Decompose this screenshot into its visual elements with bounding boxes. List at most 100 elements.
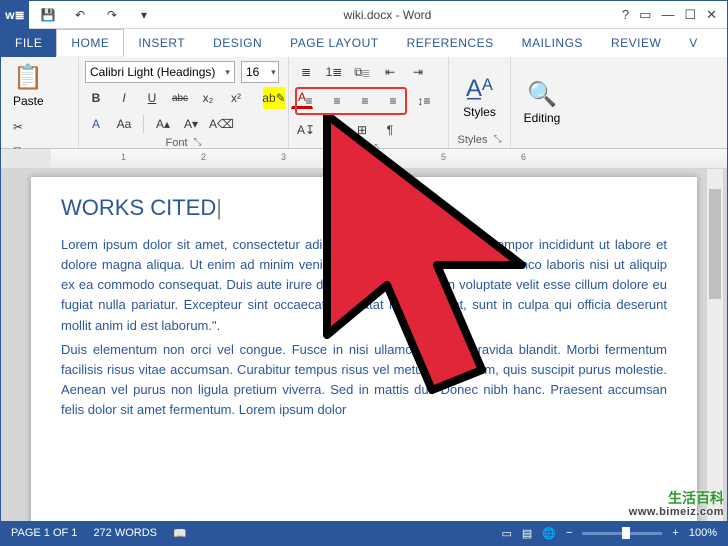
print-layout-button[interactable]: ▤ — [522, 527, 532, 540]
tab-home[interactable]: HOME — [56, 29, 124, 57]
paste-button[interactable]: 📋 Paste — [7, 61, 50, 110]
window-title: wiki.docx - Word — [163, 8, 612, 22]
borders-button[interactable]: ⊞ — [351, 119, 373, 141]
ribbon: 📋 Paste ✂ ⧉ 🖌 Clipboard⤡ ▾ — [1, 57, 727, 149]
chevron-down-icon[interactable]: ▾ — [221, 67, 234, 78]
shrink-font-button[interactable]: A▾ — [180, 113, 202, 135]
status-bar: PAGE 1 OF 1 272 WORDS 📖 ▭ ▤ 🌐 − + 100% — [1, 521, 727, 545]
tab-mailings[interactable]: MAILINGS — [508, 29, 597, 57]
zoom-in-button[interactable]: + — [672, 527, 678, 539]
paste-label: Paste — [13, 94, 44, 108]
underline-button[interactable]: U — [141, 87, 163, 109]
line-spacing-button[interactable]: ↕≡ — [413, 90, 435, 112]
ribbon-display-options[interactable]: ▭ — [639, 7, 651, 23]
styles-dialog-launcher[interactable]: ⤡ — [493, 134, 501, 146]
read-mode-button[interactable]: ▭ — [501, 527, 511, 540]
align-center-button[interactable]: ≡ — [326, 90, 348, 112]
subscript-button[interactable]: x₂ — [197, 87, 219, 109]
group-editing: 🔍 Editing — [511, 57, 573, 148]
find-icon: 🔍 — [527, 80, 557, 109]
group-font: ▾ ▾ B I U abc x₂ x² ab✎ A — [79, 57, 289, 148]
align-right-button[interactable]: ≡ — [354, 90, 376, 112]
tab-page-layout[interactable]: PAGE LAYOUT — [276, 29, 392, 57]
justify-button[interactable]: ≡ — [382, 90, 404, 112]
tab-view[interactable]: V — [675, 29, 712, 57]
font-name-combo[interactable]: ▾ — [85, 61, 235, 83]
styles-button[interactable]: A̲ᴬ Styles — [457, 73, 502, 121]
font-name-input[interactable] — [86, 65, 221, 79]
ruler-mark: 1 — [121, 152, 126, 162]
web-layout-button[interactable]: 🌐 — [542, 527, 556, 540]
tab-review[interactable]: REVIEW — [597, 29, 675, 57]
zoom-level[interactable]: 100% — [689, 527, 717, 539]
editing-button[interactable]: 🔍 Editing — [518, 78, 567, 127]
highlight-button[interactable]: ab✎ — [263, 87, 285, 109]
increase-indent-button[interactable]: ⇥ — [407, 61, 429, 83]
tab-file[interactable]: FILE — [1, 29, 56, 57]
document-paragraph[interactable]: Lorem ipsum dolor sit amet, consectetur … — [61, 235, 667, 336]
bullets-button[interactable]: ≣ — [295, 61, 317, 83]
text-effects-button[interactable]: A — [85, 113, 107, 135]
zoom-slider[interactable] — [582, 532, 662, 535]
ruler-mark: 5 — [441, 152, 446, 162]
help-button[interactable]: ? — [622, 7, 629, 23]
watermark-url: www.bimeiz.com — [629, 506, 724, 518]
quick-access-toolbar: 💾 ↶ ↷ ▾ — [29, 4, 163, 26]
tab-insert[interactable]: INSERT — [124, 29, 199, 57]
ruler[interactable]: 1 2 3 4 5 6 — [1, 149, 727, 169]
italic-button[interactable]: I — [113, 87, 135, 109]
minimize-button[interactable]: — — [661, 7, 674, 23]
qat-undo-button[interactable]: ↶ — [69, 4, 91, 26]
font-size-input[interactable] — [242, 65, 269, 79]
page[interactable]: WORKS CITED Lorem ipsum dolor sit amet, … — [31, 177, 697, 521]
tab-design[interactable]: DESIGN — [199, 29, 276, 57]
tab-references[interactable]: REFERENCES — [393, 29, 508, 57]
numbering-button[interactable]: 1≣ — [323, 61, 345, 83]
title-bar: w≣ 💾 ↶ ↷ ▾ wiki.docx - Word ? ▭ — ☐ ✕ — [1, 1, 727, 29]
ruler-gutter — [1, 149, 51, 168]
qat-customize-dropdown[interactable]: ▾ — [133, 4, 155, 26]
chevron-down-icon[interactable]: ▾ — [269, 67, 278, 78]
group-clipboard: 📋 Paste ✂ ⧉ 🖌 Clipboard⤡ — [1, 57, 79, 148]
strikethrough-button[interactable]: abc — [169, 87, 191, 109]
ruler-mark: 4 — [361, 152, 366, 162]
decrease-indent-button[interactable]: ⇤ — [379, 61, 401, 83]
watermark-text: 生活百科 — [629, 491, 724, 506]
app-icon: w≣ — [1, 1, 29, 29]
change-case-button[interactable]: Aa — [113, 113, 135, 135]
font-dialog-launcher[interactable]: ⤡ — [194, 137, 202, 149]
qat-save-button[interactable]: 💾 — [37, 4, 59, 26]
close-button[interactable]: ✕ — [706, 7, 717, 23]
document-paragraph[interactable]: Duis elementum non orci vel congue. Fusc… — [61, 340, 667, 421]
styles-icon: A̲ᴬ — [466, 75, 493, 103]
multilevel-list-button[interactable]: ⧉≣ — [351, 61, 373, 83]
word-count[interactable]: 272 WORDS — [93, 527, 157, 539]
document-area[interactable]: WORKS CITED Lorem ipsum dolor sit amet, … — [1, 169, 727, 521]
separator — [143, 115, 144, 133]
group-paragraph: ≣ 1≣ ⧉≣ ⇤ ⇥ ≡ ≡ ≡ ≡ ↕≡ A↧ — [289, 57, 449, 148]
grow-font-button[interactable]: A▴ — [152, 113, 174, 135]
horizontal-ruler[interactable]: 1 2 3 4 5 6 — [51, 149, 727, 168]
ruler-mark: 2 — [201, 152, 206, 162]
clear-formatting-button[interactable]: A⌫ — [208, 113, 235, 135]
font-size-combo[interactable]: ▾ — [241, 61, 279, 83]
show-marks-button[interactable]: ¶ — [379, 119, 401, 141]
proofing-icon[interactable]: 📖 — [173, 527, 187, 540]
shading-button[interactable]: ◧ — [323, 119, 345, 141]
scrollbar-thumb[interactable] — [709, 189, 721, 299]
ruler-mark: 3 — [281, 152, 286, 162]
editing-label: Editing — [524, 111, 561, 125]
document-heading[interactable]: WORKS CITED — [61, 195, 667, 221]
styles-group-label: Styles — [458, 134, 488, 146]
maximize-button[interactable]: ☐ — [684, 7, 696, 23]
bold-button[interactable]: B — [85, 87, 107, 109]
qat-redo-button[interactable]: ↷ — [101, 4, 123, 26]
superscript-button[interactable]: x² — [225, 87, 247, 109]
vertical-scrollbar[interactable] — [707, 169, 723, 521]
zoom-out-button[interactable]: − — [566, 527, 572, 539]
align-left-button[interactable]: ≡ — [298, 90, 320, 112]
styles-label: Styles — [463, 105, 496, 119]
cut-button[interactable]: ✂ — [7, 116, 29, 138]
sort-button[interactable]: A↧ — [295, 119, 317, 141]
page-count[interactable]: PAGE 1 OF 1 — [11, 527, 77, 539]
